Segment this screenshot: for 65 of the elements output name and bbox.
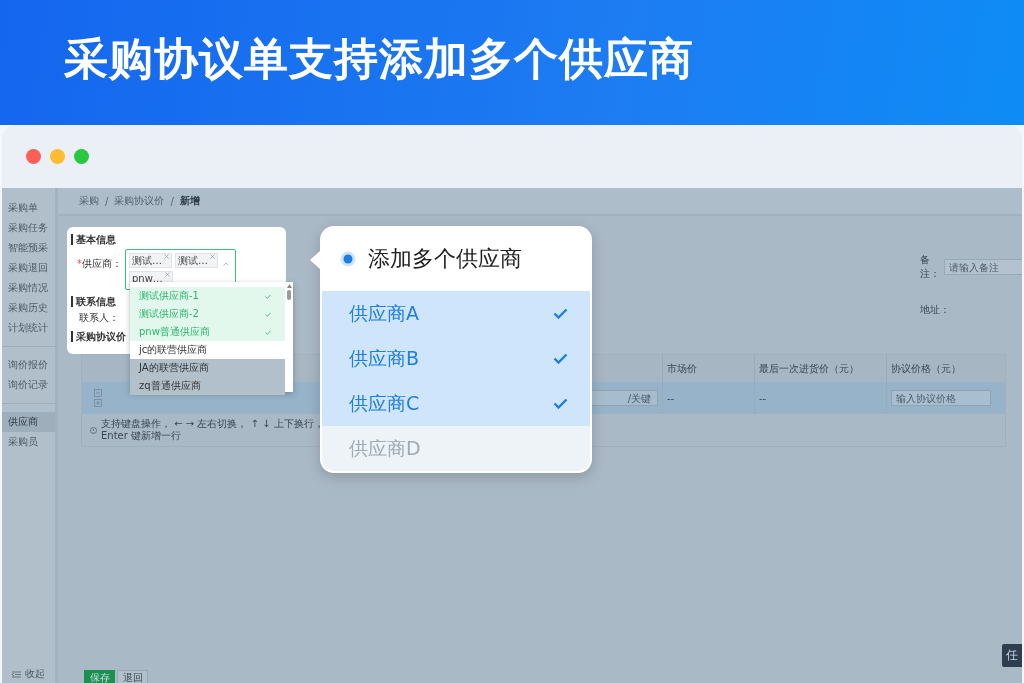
radio-dot-icon [340,250,356,267]
dropdown-option[interactable]: jc的联营供应商 [130,341,285,359]
check-icon [553,308,568,319]
supplier-option[interactable]: 供应商D [322,426,590,471]
sidebar-item[interactable]: 采购情况 [2,278,55,298]
task-badge[interactable]: 任 [1002,644,1022,667]
sidebar-item[interactable]: 采购任务 [2,218,55,238]
check-icon [265,293,271,299]
check-icon [553,353,568,364]
required-mark: * [77,258,82,269]
sidebar-item[interactable]: 供应商 [2,412,55,432]
address-label: 地址： [920,303,950,317]
dropdown-option[interactable]: 测试供应商-2 [130,305,285,323]
sidebar-item[interactable]: 采购员 [2,432,55,452]
close-icon[interactable] [164,254,169,259]
breadcrumb-separator: / [170,195,174,207]
sidebar-item[interactable]: 采购单 [2,198,55,218]
section-title: 采购协议价 [71,331,126,342]
maximize-button[interactable] [74,149,89,164]
callout-title: 添加多个供应商 [368,244,522,273]
contact-label: 联系人： [79,311,119,325]
banner-title: 采购协议单支持添加多个供应商 [64,32,694,86]
sidebar-item[interactable]: 计划统计 [2,318,55,338]
check-icon [553,398,568,409]
minimize-button[interactable] [50,149,65,164]
sidebar-item[interactable]: 智能预采 [2,238,55,258]
remark-label: 备注： [920,253,940,281]
collapse-link[interactable]: 收起 [25,667,45,681]
check-icon [265,329,271,335]
scrollbar-thumb[interactable] [287,290,291,300]
sidebar-item[interactable]: 询价记录 [2,375,55,395]
check-icon [265,311,271,317]
dropdown-option[interactable]: 测试供应商-1 [130,287,285,305]
price-field[interactable]: 输入协议价格 [891,390,991,406]
dropdown-option[interactable]: pnw普通供应商 [130,323,285,341]
breadcrumb-item[interactable]: 采购 [79,194,99,208]
close-button[interactable] [26,149,41,164]
sidebar-item[interactable]: 询价报价 [2,355,55,375]
breadcrumb-item[interactable]: 采购协议价 [114,194,165,208]
action-button[interactable]: 保存 [84,670,115,683]
close-icon[interactable] [210,254,215,259]
scroll-up-icon[interactable] [286,284,292,288]
info-icon [90,426,97,434]
section-title: 基本信息 [71,234,116,245]
remark-field[interactable]: 请输入备注 [944,259,1022,275]
close-icon[interactable] [164,272,170,277]
minus-icon[interactable] [94,389,102,397]
supplier-tag[interactable]: 测试… [129,253,172,268]
sidebar-item[interactable]: 采购历史 [2,298,55,318]
supplier-tag[interactable]: 测试… [175,253,218,268]
supplier-option[interactable]: 供应商A [322,291,590,336]
plus-icon[interactable] [94,399,102,407]
supplier-option[interactable]: 供应商C [322,381,590,426]
supplier-label: *供应商： [77,257,122,271]
dropdown-option[interactable]: JA的联营供应商 [130,359,285,377]
dropdown-option[interactable]: zq普通供应商 [130,377,285,395]
collapse-icon [12,670,21,678]
action-button[interactable]: 退回 [117,670,148,683]
supplier-option[interactable]: 供应商B [322,336,590,381]
keyboard-hint: 支持键盘操作， ← → 左右切换， ↑ ↓ 上下换行，Enter 键新增一行 [101,418,325,442]
sidebar-item[interactable]: 采购退回 [2,258,55,278]
breadcrumb-separator: / [105,195,109,207]
caret-up-icon [223,262,229,266]
section-title: 联系信息 [71,296,116,307]
breadcrumb-item: 新增 [179,194,200,208]
